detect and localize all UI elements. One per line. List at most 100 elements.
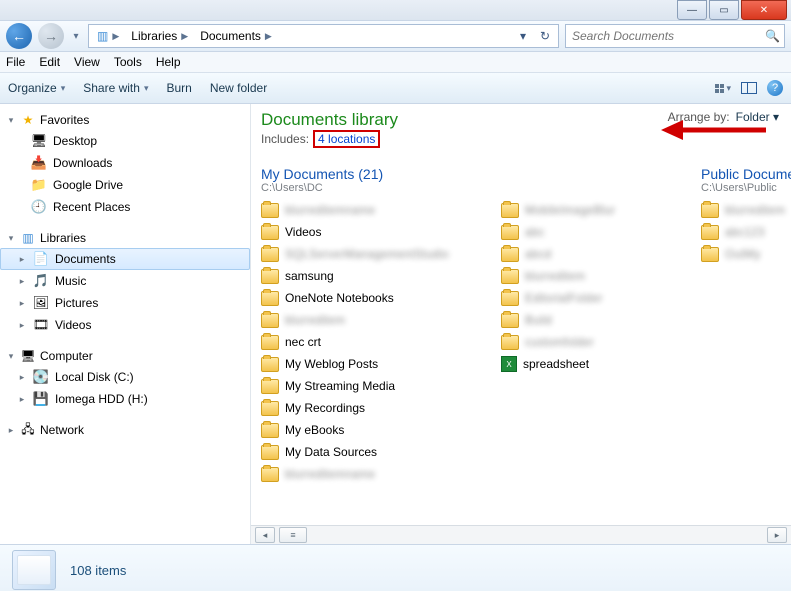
locations-highlight-box: 4 locations	[313, 130, 380, 148]
file-item[interactable]: My Data Sources	[261, 442, 481, 462]
refresh-icon[interactable]: ↻	[536, 27, 554, 45]
content-pane[interactable]: Documents library Includes: 4 locations …	[251, 104, 791, 544]
file-item[interactable]: My Recordings	[261, 398, 481, 418]
libraries-icon: ▥	[97, 29, 108, 43]
change-view-button[interactable]: ▾	[715, 83, 731, 94]
file-item[interactable]: My Weblog Posts	[261, 354, 481, 374]
back-button[interactable]: ←	[6, 23, 32, 49]
tree-item[interactable]: ▸🎵Music	[0, 270, 250, 292]
breadcrumb-root[interactable]: ▥▶	[93, 25, 123, 47]
search-input[interactable]	[570, 28, 765, 44]
organize-button[interactable]: Organize ▾	[8, 81, 65, 95]
new-folder-button[interactable]: New folder	[210, 81, 267, 95]
library-includes: Includes: 4 locations	[261, 130, 398, 148]
file-label: My Recordings	[285, 401, 365, 415]
tree-label: Libraries	[40, 231, 86, 245]
navigation-bar: ← → ▾ ▥▶ Libraries▶ Documents▶ ▾ ↻ 🔍	[0, 20, 791, 52]
section-path: C:\Users\DC	[261, 182, 671, 194]
burn-button[interactable]: Burn	[166, 81, 191, 95]
menu-tools[interactable]: Tools	[114, 55, 142, 69]
star-icon: ★	[20, 112, 36, 128]
tree-label: Network	[40, 423, 84, 437]
folder-icon	[261, 291, 279, 306]
tree-item[interactable]: ▸💾Iomega HDD (H:)	[0, 388, 250, 410]
arrange-value-dropdown[interactable]: Folder ▾	[736, 110, 779, 124]
tree-item[interactable]: ▸📄Documents	[0, 248, 250, 270]
section-title: Public Documents	[701, 166, 791, 182]
item-label: Documents	[55, 252, 116, 266]
file-item[interactable]: blurreditem	[261, 310, 481, 330]
menu-edit[interactable]: Edit	[39, 55, 60, 69]
file-item[interactable]: abc	[501, 222, 671, 242]
search-icon[interactable]: 🔍	[765, 29, 780, 43]
caption-buttons: — ▭ ✕	[675, 0, 787, 20]
preview-pane-button[interactable]	[741, 82, 757, 94]
tree-item[interactable]: ▸🎞Videos	[0, 314, 250, 336]
expand-icon: ▸	[6, 425, 16, 436]
share-with-button[interactable]: Share with ▾	[83, 81, 148, 95]
file-item[interactable]: nec crt	[261, 332, 481, 352]
tree-item[interactable]: ▸🖼Pictures	[0, 292, 250, 314]
file-item[interactable]: My Streaming Media	[261, 376, 481, 396]
menu-view[interactable]: View	[74, 55, 100, 69]
tree-computer-header[interactable]: ▾🖥Computer	[0, 346, 250, 366]
folder-icon	[261, 379, 279, 394]
tree-item[interactable]: 📁Google Drive	[0, 174, 250, 196]
chevron-down-icon: ▾	[61, 83, 66, 94]
close-button[interactable]: ✕	[741, 0, 787, 20]
file-item[interactable]: samsung	[261, 266, 481, 286]
section-path: C:\Users\Public	[701, 182, 791, 194]
address-dropdown-icon[interactable]: ▾	[514, 27, 532, 45]
forward-button[interactable]: →	[38, 23, 64, 49]
folder-icon	[261, 335, 279, 350]
file-item[interactable]: blurreditemname	[261, 464, 481, 484]
file-item[interactable]: abc123	[701, 222, 791, 242]
file-item[interactable]: OutMy	[701, 244, 791, 264]
collapse-icon: ▾	[6, 233, 16, 244]
menu-help[interactable]: Help	[156, 55, 181, 69]
file-item[interactable]: Videos	[261, 222, 481, 242]
item-icon: 💾	[33, 391, 49, 407]
horizontal-scrollbar[interactable]: ◂ ≡ ▸	[251, 525, 791, 544]
tree-item[interactable]: 🕘Recent Places	[0, 196, 250, 218]
scroll-thumb[interactable]: ≡	[279, 527, 307, 543]
file-item[interactable]: blurreditem	[501, 266, 671, 286]
breadcrumb-libraries[interactable]: Libraries▶	[127, 25, 192, 47]
scroll-left-button[interactable]: ◂	[255, 527, 275, 543]
help-button[interactable]: ?	[767, 80, 783, 96]
address-bar[interactable]: ▥▶ Libraries▶ Documents▶ ▾ ↻	[88, 24, 559, 48]
breadcrumb-documents[interactable]: Documents▶	[196, 25, 276, 47]
tree-item[interactable]: 📥Downloads	[0, 152, 250, 174]
minimize-button[interactable]: —	[677, 0, 707, 20]
folder-icon	[501, 313, 519, 328]
library-sections: My Documents (21) C:\Users\DC blurredite…	[261, 166, 791, 484]
menu-file[interactable]: File	[6, 55, 25, 69]
maximize-button[interactable]: ▭	[709, 0, 739, 20]
file-label: My Streaming Media	[285, 379, 395, 393]
file-item[interactable]: Build	[501, 310, 671, 330]
recent-locations-dropdown[interactable]: ▾	[70, 25, 82, 47]
file-item[interactable]: Xspreadsheet	[501, 354, 671, 374]
file-item[interactable]: blurreditemname	[261, 200, 481, 220]
tree-item[interactable]: ▸💽Local Disk (C:)	[0, 366, 250, 388]
locations-link[interactable]: 4 locations	[318, 132, 375, 146]
search-box[interactable]: 🔍	[565, 24, 785, 48]
file-item[interactable]: MobileImageBlur	[501, 200, 671, 220]
file-item[interactable]: blurreditem	[701, 200, 791, 220]
file-item[interactable]: OneNote Notebooks	[261, 288, 481, 308]
item-icon: 💽	[33, 369, 49, 385]
file-item[interactable]: SQLServerManagementStudio	[261, 244, 481, 264]
folder-icon	[261, 247, 279, 262]
file-item[interactable]: EditorialFolder	[501, 288, 671, 308]
file-item[interactable]: abcd	[501, 244, 671, 264]
scroll-right-button[interactable]: ▸	[767, 527, 787, 543]
tree-network-header[interactable]: ▸🖧Network	[0, 420, 250, 440]
navigation-tree[interactable]: ▾★Favorites 🖥Desktop📥Downloads📁Google Dr…	[0, 104, 251, 544]
tree-item[interactable]: 🖥Desktop	[0, 130, 250, 152]
tree-favorites-header[interactable]: ▾★Favorites	[0, 110, 250, 130]
window-titlebar: — ▭ ✕	[0, 0, 791, 20]
tree-libraries-header[interactable]: ▾▥Libraries	[0, 228, 250, 248]
file-label-blurred: MobileImageBlur	[525, 203, 615, 217]
file-item[interactable]: customfolder	[501, 332, 671, 352]
file-item[interactable]: My eBooks	[261, 420, 481, 440]
